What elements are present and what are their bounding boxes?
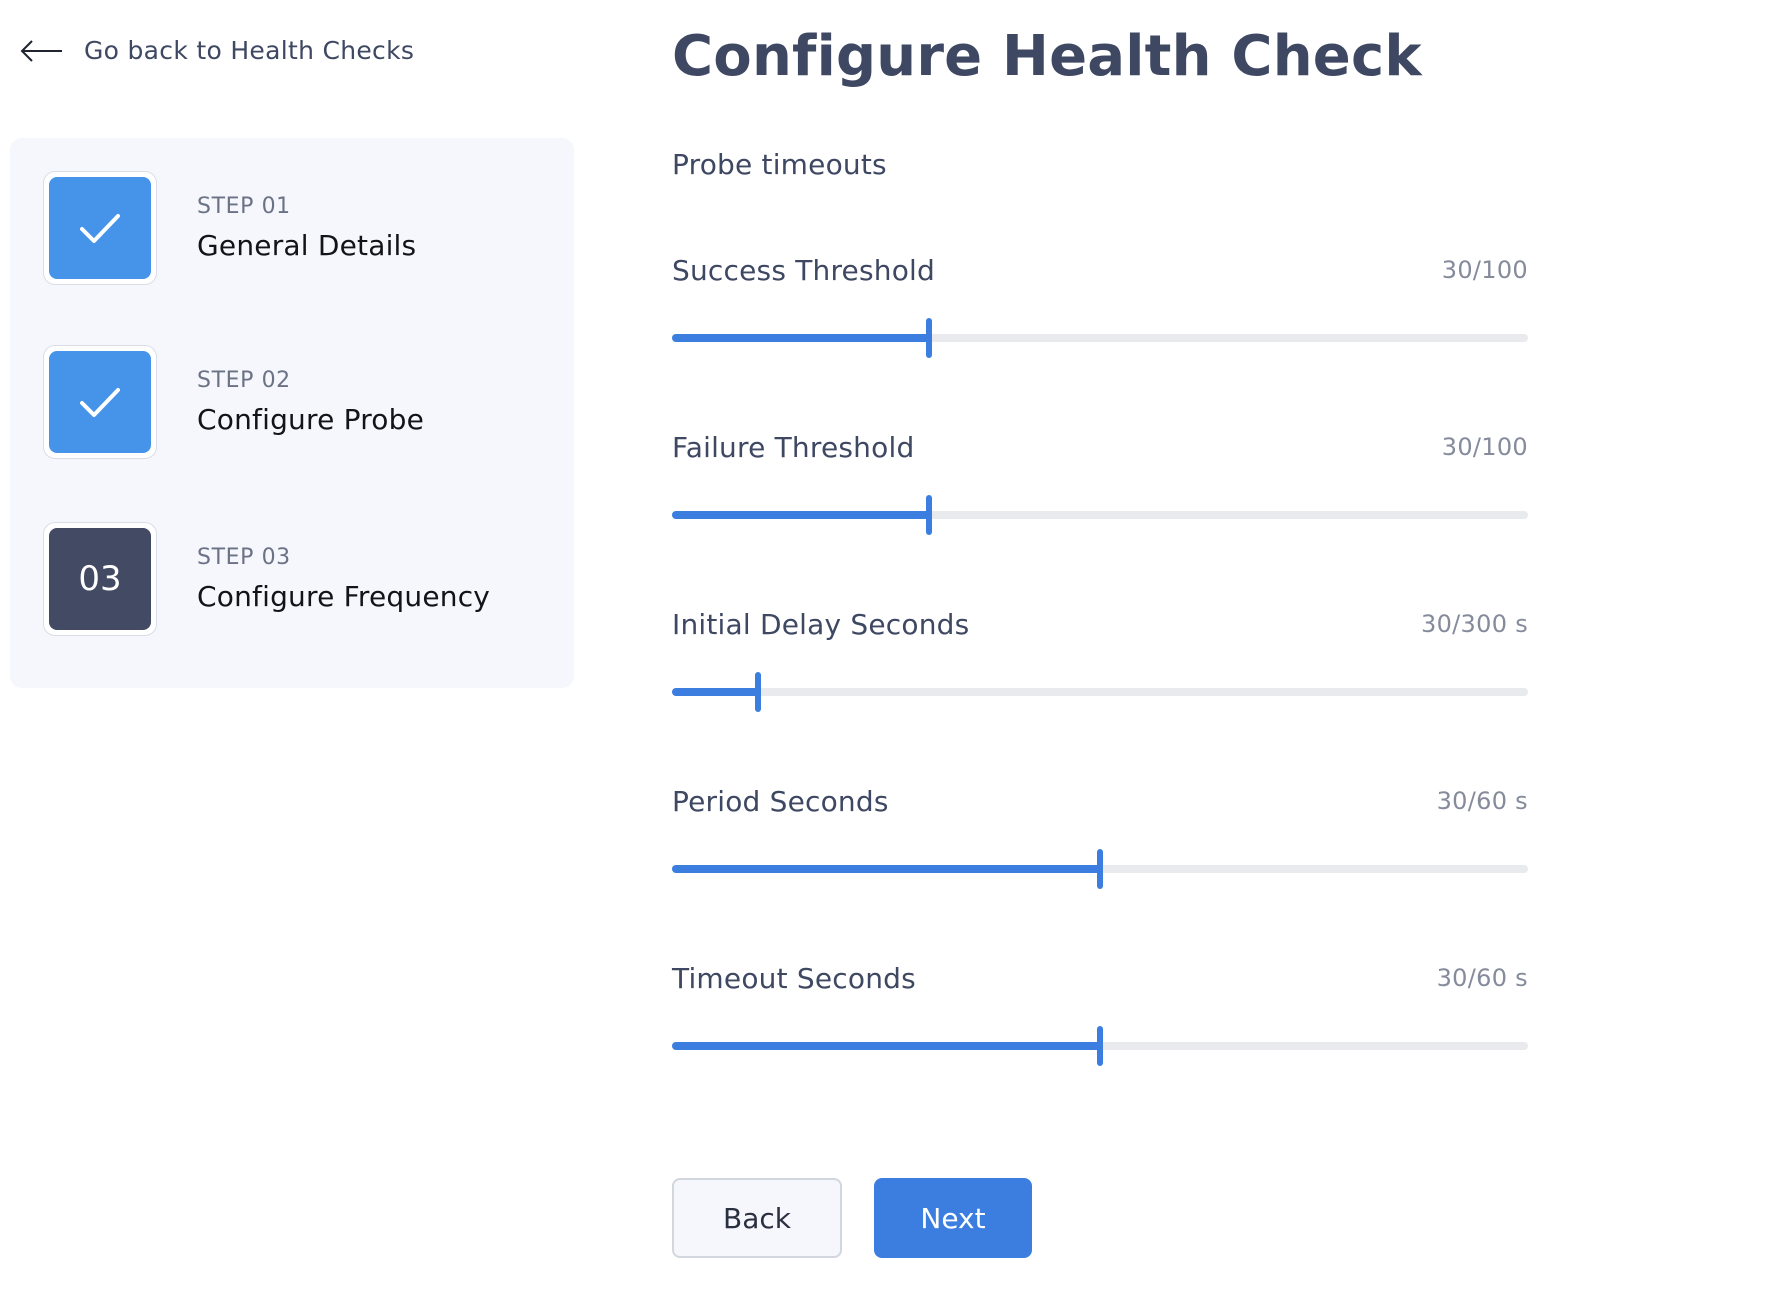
slider-value: 30/60 s [1436, 964, 1528, 992]
page: Go back to Health Checks STEP 01 General… [0, 0, 1768, 1292]
slider-value: 30/300 s [1421, 610, 1528, 638]
slider-fill [672, 865, 1100, 873]
slider-period-seconds: Period Seconds 30/60 s [672, 785, 1528, 905]
step-badge [49, 177, 151, 279]
slider-thumb[interactable] [1097, 1026, 1103, 1066]
step-badge-frame [43, 345, 157, 459]
slider-fill [672, 1042, 1100, 1050]
slider-success-threshold: Success Threshold 30/100 [672, 254, 1528, 374]
slider-thumb[interactable] [925, 495, 932, 535]
slider-initial-delay-seconds: Initial Delay Seconds 30/300 s [672, 608, 1528, 728]
steps-panel: STEP 01 General Details STEP 02 Configur… [10, 138, 574, 688]
slider-track[interactable] [672, 672, 1528, 712]
slider-thumb[interactable] [925, 318, 932, 358]
slider-track[interactable] [672, 849, 1528, 889]
slider-thumb[interactable] [754, 672, 761, 712]
main-content: Configure Health Check Probe timeouts Su… [672, 0, 1532, 1292]
step-number: STEP 03 [197, 545, 291, 570]
step-badge-frame [43, 171, 157, 285]
next-button[interactable]: Next [874, 1178, 1032, 1258]
slider-fill [672, 688, 758, 696]
slider-value: 30/60 s [1436, 787, 1528, 815]
slider-fill [672, 511, 929, 519]
slider-track[interactable] [672, 1026, 1528, 1066]
step-number: STEP 01 [197, 194, 291, 219]
check-icon [80, 388, 120, 417]
step-title: Configure Probe [197, 403, 425, 436]
page-title: Configure Health Check [672, 24, 1422, 89]
slider-label: Success Threshold [672, 254, 936, 287]
slider-fill [672, 334, 929, 342]
slider-track[interactable] [672, 495, 1528, 535]
slider-label: Period Seconds [672, 785, 889, 818]
step-badge [49, 351, 151, 453]
step-badge-number: 03 [49, 528, 151, 630]
slider-timeout-seconds: Timeout Seconds 30/60 s [672, 962, 1528, 1082]
slider-value: 30/100 [1441, 433, 1528, 461]
slider-label: Timeout Seconds [672, 962, 916, 995]
back-button[interactable]: Back [672, 1178, 842, 1258]
step-number: STEP 02 [197, 368, 291, 393]
check-icon [80, 214, 120, 243]
slider-label: Initial Delay Seconds [672, 608, 970, 641]
arrow-left-icon [20, 39, 62, 62]
step-configure-frequency[interactable]: 03 STEP 03 Configure Frequency [43, 522, 490, 636]
step-general-details[interactable]: STEP 01 General Details [43, 171, 416, 285]
back-to-health-checks-link[interactable]: Go back to Health Checks [20, 36, 414, 65]
step-title: Configure Frequency [197, 580, 491, 613]
back-link-label: Go back to Health Checks [84, 36, 415, 65]
slider-track[interactable] [672, 318, 1528, 358]
slider-label: Failure Threshold [672, 431, 915, 464]
step-badge-frame: 03 [43, 522, 157, 636]
slider-value: 30/100 [1441, 256, 1528, 284]
slider-failure-threshold: Failure Threshold 30/100 [672, 431, 1528, 551]
step-title: General Details [197, 229, 417, 262]
step-configure-probe[interactable]: STEP 02 Configure Probe [43, 345, 424, 459]
slider-thumb[interactable] [1097, 849, 1103, 889]
section-title: Probe timeouts [672, 148, 887, 181]
